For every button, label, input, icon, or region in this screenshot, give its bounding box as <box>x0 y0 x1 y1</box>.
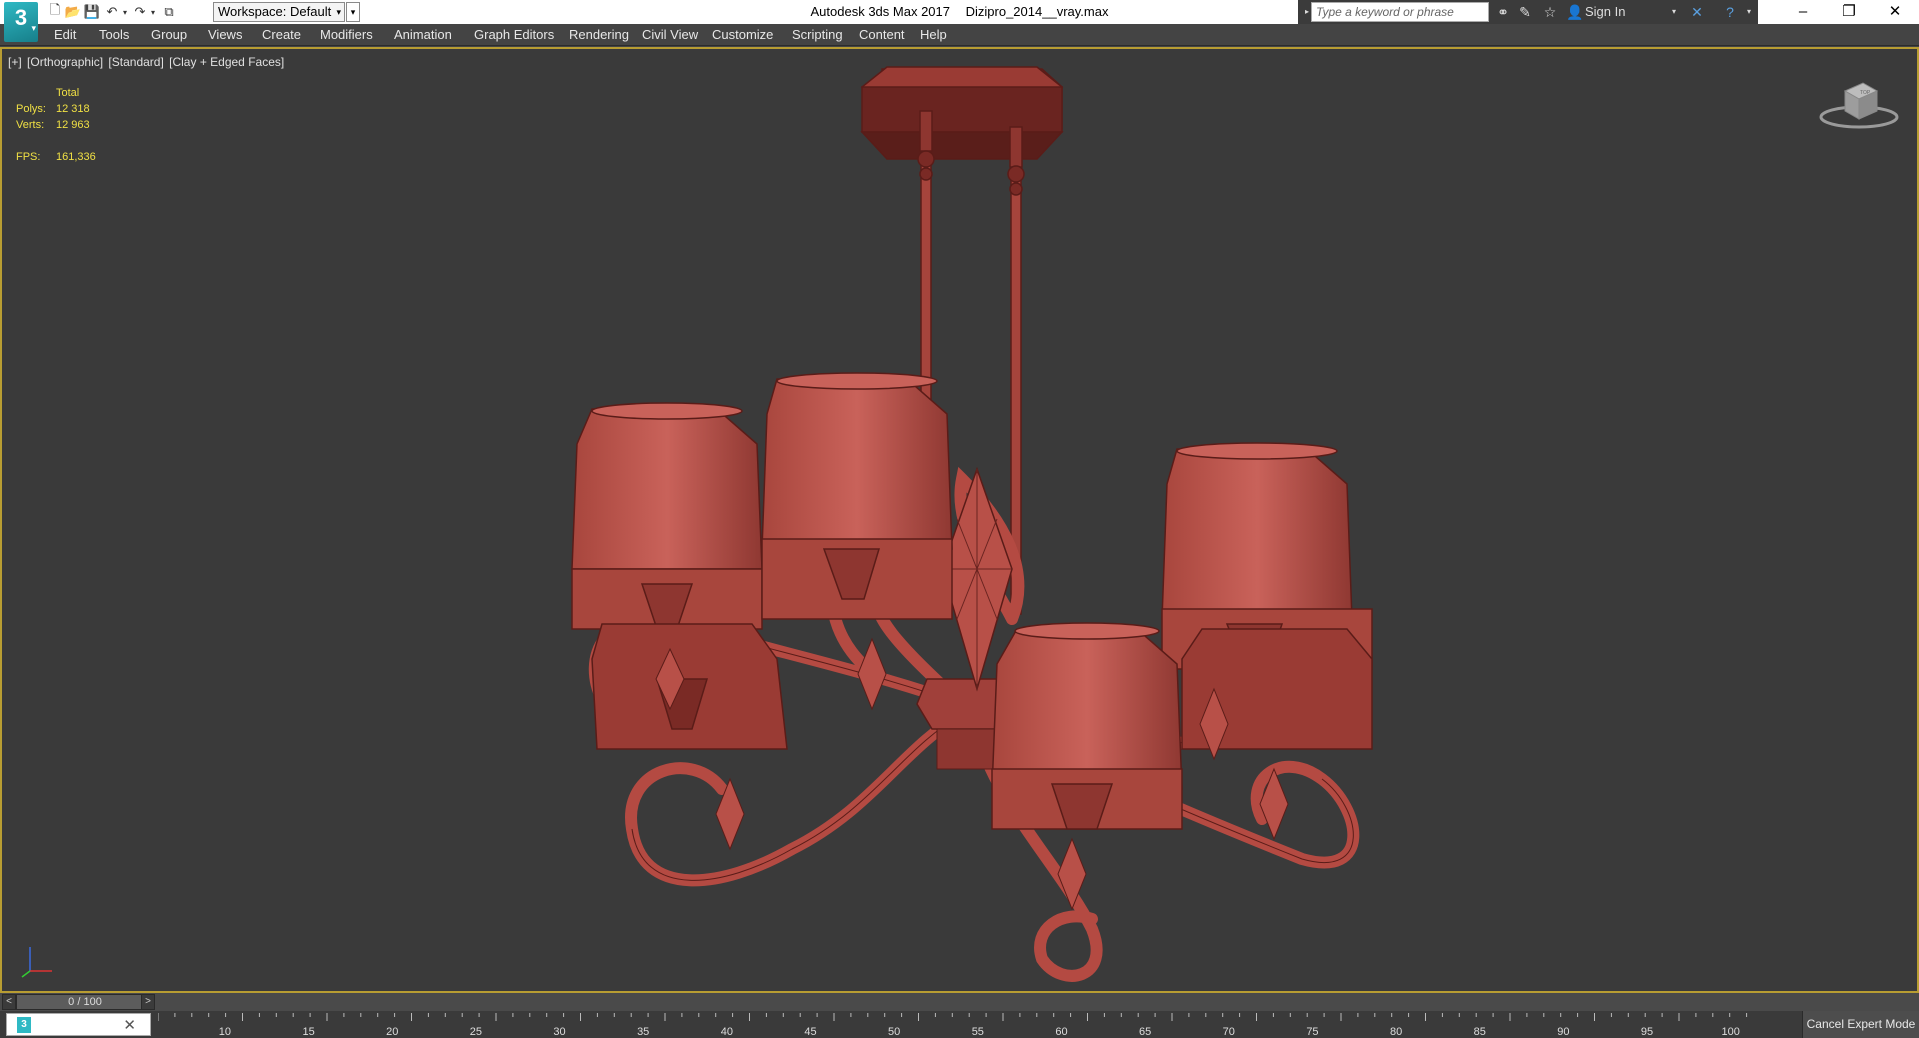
max-app-icon: 3 <box>17 1017 31 1033</box>
workspace-label: Workspace: Default <box>218 4 332 19</box>
workspace-dropdown[interactable]: Workspace: Default ▾ <box>213 2 345 22</box>
trackbar-tick-label: 55 <box>972 1026 984 1038</box>
viewport-label-menu[interactable]: [+] [Orthographic] [Standard] [Clay + Ed… <box>8 55 286 69</box>
quick-access-menu-button[interactable]: ▾ <box>346 2 360 22</box>
menu-scripting[interactable]: Scripting <box>792 24 843 46</box>
viewport-visual-style-menu[interactable]: [Clay + Edged Faces] <box>169 55 284 69</box>
chevron-down-icon: ▾ <box>336 7 341 17</box>
menu-tools[interactable]: Tools <box>99 24 129 46</box>
close-icon[interactable]: ✕ <box>123 1016 136 1034</box>
next-frame-button[interactable]: > <box>141 994 155 1010</box>
menu-edit[interactable]: Edit <box>54 24 76 46</box>
verts-label: Verts: <box>16 119 45 131</box>
mini-listener-taskbar[interactable]: 3 ✕ <box>6 1013 151 1036</box>
trackbar-ticks: 10 15 20 25 30 35 40 45 50 55 60 65 70 75 80 85 90 95 100 <box>158 1013 1748 1038</box>
menu-group[interactable]: Group <box>151 24 187 46</box>
time-slider-thumb[interactable]: 0 / 100 <box>16 994 154 1010</box>
track-bar[interactable]: 3 ✕ 10 15 20 25 30 35 40 45 50 55 60 65 70 75 80 85 90 95… <box>0 1011 1919 1038</box>
favorites-star-icon[interactable]: ☆ <box>1541 3 1559 21</box>
trackbar-tick-label: 20 <box>386 1026 398 1038</box>
stats-header: Total <box>56 87 80 99</box>
title-bar: 3 ▾ 🗋 📂 💾 ↶ ▾ ↷ ▾ ⧉ Workspace: Default ▾ ▾… <box>0 0 1919 42</box>
menu-views[interactable]: Views <box>208 24 242 46</box>
viewport-general-menu[interactable]: [+] <box>8 55 22 69</box>
trackbar-tick-label: 100 <box>1722 1026 1740 1038</box>
trackbar-tick-label: 75 <box>1306 1026 1318 1038</box>
communication-center-icon[interactable]: ✎ <box>1516 3 1534 21</box>
sign-in-dropdown-icon[interactable]: ▾ <box>1665 3 1683 21</box>
verts-value: 12 963 <box>56 119 90 131</box>
menu-modifiers[interactable]: Modifiers <box>320 24 373 46</box>
menu-rendering[interactable]: Rendering <box>569 24 629 46</box>
trackbar-tick-label: 35 <box>637 1026 649 1038</box>
viewport-orthographic[interactable]: [+] [Orthographic] [Standard] [Clay + Ed… <box>0 47 1919 993</box>
trackbar-tick-label: 70 <box>1223 1026 1235 1038</box>
trackbar-tick-label: 60 <box>1055 1026 1067 1038</box>
viewport-shading-standard-menu[interactable]: [Standard] <box>108 55 163 69</box>
viewcube[interactable]: TOP <box>1817 77 1901 133</box>
app-logo-button[interactable]: 3 ▾ <box>4 2 38 42</box>
trackbar-tick-label: 15 <box>302 1026 314 1038</box>
chandelier-model[interactable] <box>2 49 1917 991</box>
trackbar-tick-label: 10 <box>219 1026 231 1038</box>
project-icon[interactable]: ⧉ <box>160 3 178 21</box>
user-icon[interactable]: 👤 <box>1566 3 1584 21</box>
restore-button[interactable]: ❐ <box>1826 0 1872 24</box>
help-icon[interactable]: ? <box>1721 3 1739 21</box>
cancel-expert-mode-button[interactable]: Cancel Expert Mode <box>1802 1011 1919 1038</box>
trackbar-tick-label: 25 <box>470 1026 482 1038</box>
minimize-button[interactable]: – <box>1780 0 1826 24</box>
exchange-apps-icon[interactable]: ✕ <box>1688 3 1706 21</box>
trackbar-tick-label: 30 <box>553 1026 565 1038</box>
trackbar-tick-label: 90 <box>1557 1026 1569 1038</box>
trackbar-tick-label: 85 <box>1474 1026 1486 1038</box>
file-name: Dizipro_2014__vray.max <box>965 4 1109 19</box>
open-file-icon[interactable]: 📂 <box>64 3 82 21</box>
menu-animation[interactable]: Animation <box>394 24 452 46</box>
menu-civil-view[interactable]: Civil View <box>642 24 698 46</box>
fps-value: 161,336 <box>56 151 96 163</box>
binoculars-icon[interactable]: ⚭ <box>1494 3 1512 21</box>
menu-graph-editors[interactable]: Graph Editors <box>474 24 554 46</box>
search-input[interactable]: Type a keyword or phrase <box>1311 2 1489 22</box>
fps-label: FPS: <box>16 151 41 163</box>
menu-content[interactable]: Content <box>859 24 905 46</box>
app-title: Autodesk 3ds Max 2017 <box>810 4 950 19</box>
new-file-icon[interactable]: 🗋 <box>46 2 64 21</box>
menu-bar: Edit Tools Group Views Create Modifiers … <box>0 24 1919 46</box>
menu-create[interactable]: Create <box>262 24 301 46</box>
time-slider[interactable]: < 0 / 100 > <box>0 993 1919 1011</box>
previous-frame-button[interactable]: < <box>2 994 16 1010</box>
trackbar-tick-label: 95 <box>1641 1026 1653 1038</box>
trackbar-tick-label: 80 <box>1390 1026 1402 1038</box>
menu-help[interactable]: Help <box>920 24 947 46</box>
help-dropdown-icon[interactable]: ▾ <box>1740 3 1758 21</box>
app-logo-sub: ▾ <box>31 23 36 33</box>
trackbar-tick-label: 45 <box>804 1026 816 1038</box>
sign-in-button[interactable]: Sign In <box>1585 3 1625 21</box>
polys-value: 12 318 <box>56 103 90 115</box>
save-icon[interactable]: 💾 <box>83 3 101 21</box>
trackbar-tick-label: 50 <box>888 1026 900 1038</box>
axis-tripod-icon <box>21 947 52 978</box>
polys-label: Polys: <box>16 103 46 115</box>
trackbar-tick-label: 65 <box>1139 1026 1151 1038</box>
app-logo-text: 3 <box>14 5 28 30</box>
viewport-point-of-view-menu[interactable]: [Orthographic] <box>27 55 103 69</box>
viewcube-label: TOP <box>1860 90 1871 96</box>
menu-customize[interactable]: Customize <box>712 24 773 46</box>
trackbar-tick-label: 40 <box>721 1026 733 1038</box>
close-button[interactable]: ✕ <box>1872 0 1918 24</box>
statistics-overlay: Total Polys: 12 318 Verts: 12 963 FPS: 161,… <box>16 85 96 165</box>
